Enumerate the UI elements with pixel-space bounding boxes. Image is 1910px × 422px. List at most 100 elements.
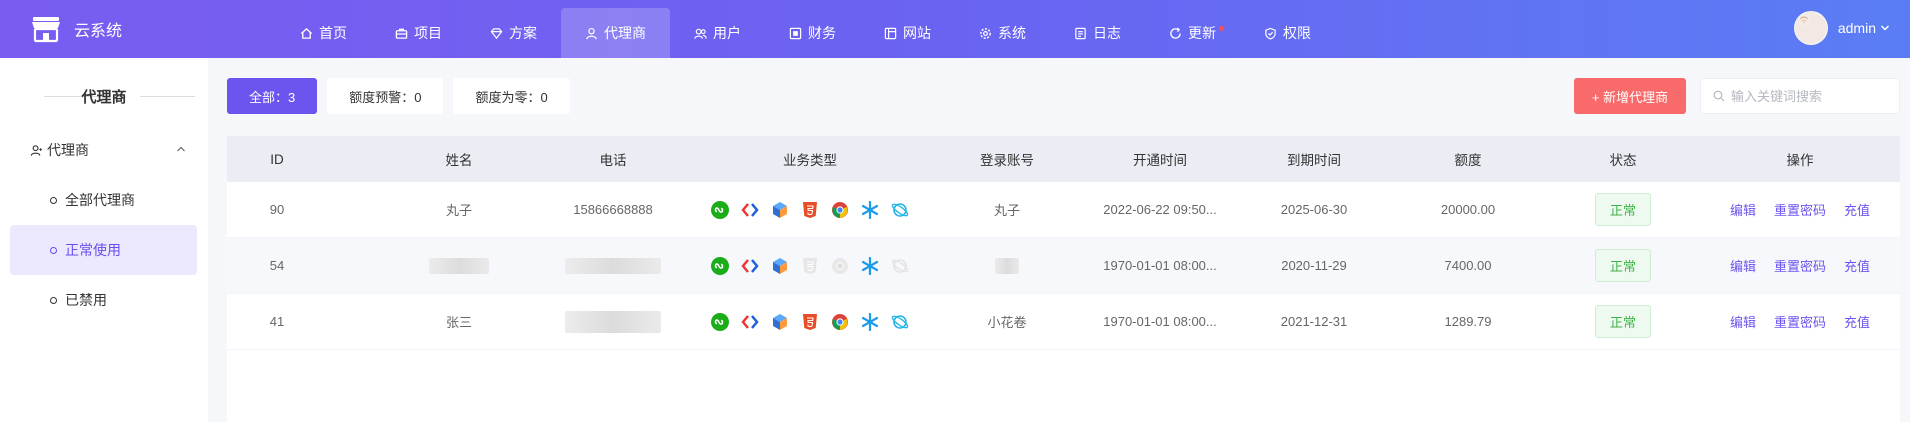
cell-actions: 编辑 重置密码 充值 bbox=[1730, 294, 1870, 349]
gear-icon bbox=[980, 27, 991, 39]
avatar[interactable] bbox=[1793, 11, 1828, 45]
edit-link[interactable]: 编辑 bbox=[1730, 312, 1756, 331]
user-menu[interactable]: admin bbox=[1793, 10, 1890, 46]
column-header: 开通时间 bbox=[1133, 153, 1187, 168]
redacted-text bbox=[565, 257, 661, 274]
search-box[interactable] bbox=[1700, 78, 1900, 114]
nav-label: 日志 bbox=[1093, 25, 1121, 41]
agents-table: ID 姓名 电话 业务类型 登录账号 开通时间 到期时间 额度 状态 操作 90… bbox=[227, 136, 1900, 422]
nav-users[interactable]: 用户 bbox=[670, 8, 765, 58]
reset-password-link[interactable]: 重置密码 bbox=[1774, 200, 1826, 219]
bullet-icon bbox=[50, 296, 57, 304]
sidebar-item-label: 全部代理商 bbox=[65, 192, 135, 208]
nav-label: 代理商 bbox=[604, 25, 646, 41]
nav-label: 网站 bbox=[903, 25, 931, 41]
user-icon bbox=[30, 144, 43, 156]
chevron-down-icon bbox=[1880, 25, 1890, 31]
briefcase-icon bbox=[395, 28, 408, 39]
sidebar-item-active[interactable]: 正常使用 bbox=[10, 225, 197, 275]
reset-password-link[interactable]: 重置密码 bbox=[1774, 312, 1826, 331]
recharge-link[interactable]: 充值 bbox=[1844, 200, 1870, 219]
sidebar-item-disabled[interactable]: 已禁用 bbox=[10, 275, 197, 325]
nav-plans[interactable]: 方案 bbox=[466, 8, 561, 58]
cube-icon bbox=[773, 201, 787, 218]
cube-icon bbox=[773, 313, 787, 330]
add-agent-button[interactable]: + 新增代理商 bbox=[1574, 78, 1686, 114]
cell-open-time: 1970-01-01 08:00... bbox=[1103, 258, 1217, 273]
column-header: 到期时间 bbox=[1287, 153, 1341, 168]
brand-name: 云系统 bbox=[74, 23, 123, 40]
html5-icon bbox=[803, 313, 817, 330]
bullet-icon bbox=[50, 246, 57, 254]
cell-id: 90 bbox=[269, 202, 285, 217]
filter-quota-warning[interactable]: 额度预警：0 bbox=[327, 78, 444, 114]
nav-projects[interactable]: 项目 bbox=[371, 8, 466, 58]
sidebar-group-agents[interactable]: 代理商 bbox=[30, 140, 190, 160]
nav-permissions[interactable]: 权限 bbox=[1240, 8, 1335, 58]
main-nav: 首页 项目 方案 代理商 用户 财务 网站 系统 日志 更新 权限 bbox=[276, 8, 1335, 58]
cell-quota: 7400.00 bbox=[1444, 258, 1492, 273]
nav-label: 更新 bbox=[1188, 25, 1216, 41]
cell-account: 小花卷 bbox=[987, 315, 1027, 330]
filter-quota-zero[interactable]: 额度为零：0 bbox=[453, 78, 570, 114]
planet-icon bbox=[891, 314, 909, 329]
cell-name: 张三 bbox=[445, 315, 473, 330]
nav-updates[interactable]: 更新 bbox=[1145, 8, 1240, 58]
cell-name: 丸子 bbox=[445, 203, 473, 218]
brand[interactable]: 云系统 bbox=[30, 14, 122, 44]
code-brackets-icon bbox=[741, 258, 759, 273]
cell-id: 54 bbox=[269, 258, 285, 273]
cell-business-types bbox=[711, 182, 909, 237]
recharge-link[interactable]: 充值 bbox=[1844, 312, 1870, 331]
nav-finance[interactable]: 财务 bbox=[765, 8, 860, 58]
chrome-icon bbox=[832, 313, 848, 330]
edit-link[interactable]: 编辑 bbox=[1730, 200, 1756, 219]
nav-agents[interactable]: 代理商 bbox=[561, 8, 670, 58]
html5-icon bbox=[803, 201, 817, 218]
username: admin bbox=[1837, 20, 1876, 36]
nav-system[interactable]: 系统 bbox=[955, 8, 1050, 58]
reset-password-link[interactable]: 重置密码 bbox=[1774, 256, 1826, 275]
cell-account bbox=[995, 238, 1019, 293]
chrome-icon bbox=[832, 257, 848, 274]
planet-icon bbox=[891, 258, 909, 273]
cell-expire-time: 2020-11-29 bbox=[1281, 258, 1347, 273]
cell-actions: 编辑 重置密码 充值 bbox=[1730, 238, 1870, 293]
filter-all[interactable]: 全部：3 bbox=[227, 78, 318, 114]
asterisk-icon bbox=[861, 200, 879, 219]
sidebar-item-label: 已禁用 bbox=[65, 292, 107, 308]
chevron-up-icon bbox=[177, 146, 185, 152]
code-brackets-icon bbox=[741, 202, 759, 217]
nav-label: 权限 bbox=[1283, 25, 1311, 41]
cell-account: 丸子 bbox=[993, 203, 1021, 218]
redacted-text bbox=[995, 257, 1019, 274]
nav-home[interactable]: 首页 bbox=[276, 8, 371, 58]
nav-label: 首页 bbox=[319, 25, 347, 41]
shield-icon bbox=[1265, 27, 1276, 40]
sidebar-item-all-agents[interactable]: 全部代理商 bbox=[10, 175, 197, 225]
cell-name bbox=[429, 238, 489, 293]
recharge-link[interactable]: 充值 bbox=[1844, 256, 1870, 275]
search-input[interactable] bbox=[1731, 88, 1891, 104]
store-icon bbox=[32, 17, 60, 43]
column-header: 姓名 bbox=[445, 153, 473, 168]
edit-link[interactable]: 编辑 bbox=[1730, 256, 1756, 275]
html5-icon bbox=[803, 257, 817, 274]
status-badge: 正常 bbox=[1594, 305, 1652, 338]
sidebar-group-label: 代理商 bbox=[47, 142, 89, 158]
home-icon bbox=[300, 27, 313, 39]
divider bbox=[140, 96, 195, 97]
cell-quota: 1289.79 bbox=[1444, 314, 1492, 329]
nav-logs[interactable]: 日志 bbox=[1050, 8, 1145, 58]
nav-label: 财务 bbox=[808, 25, 836, 41]
miniprogram-icon bbox=[711, 312, 729, 331]
column-header: 业务类型 bbox=[783, 153, 837, 168]
code-brackets-icon bbox=[741, 314, 759, 329]
nav-website[interactable]: 网站 bbox=[860, 8, 955, 58]
cell-phone bbox=[565, 238, 661, 293]
refresh-icon bbox=[1170, 27, 1181, 39]
cell-phone bbox=[565, 294, 661, 349]
asterisk-icon bbox=[861, 256, 879, 275]
cell-business-types bbox=[711, 294, 909, 349]
table-row: 41 张三 小花卷 1970-01-01 08:00... 2021-12-31… bbox=[227, 294, 1900, 350]
